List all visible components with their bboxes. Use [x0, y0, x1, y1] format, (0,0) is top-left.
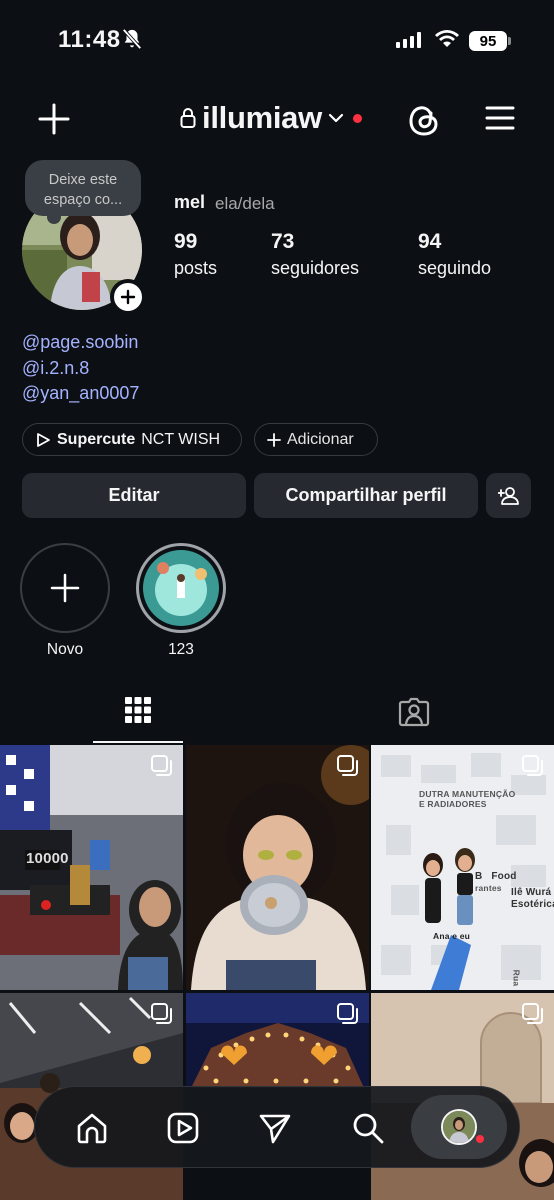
stat-value: 94 [418, 230, 442, 253]
search-icon[interactable] [351, 1111, 385, 1145]
threads-icon[interactable] [407, 101, 441, 139]
map-label: Rua [511, 969, 522, 987]
map-label: Esotérica [511, 899, 554, 910]
bio-links: @page.soobin @i.2.n.8 @yan_an0007 [22, 330, 139, 407]
highlight-new[interactable]: Novo [20, 543, 110, 659]
multi-post-icon [151, 1002, 172, 1024]
top-nav: illumiaw [0, 95, 554, 145]
notification-dot [352, 113, 362, 123]
profile-tab[interactable] [411, 1095, 507, 1159]
music-chip[interactable]: Supercute NCT WISH [22, 423, 242, 456]
account-switcher[interactable]: illumiaw [180, 100, 362, 136]
chevron-down-icon [328, 113, 344, 123]
score-display: 10000 [26, 850, 69, 867]
wifi-icon [435, 30, 459, 47]
status-bar: 11:48 95 [0, 0, 554, 80]
note-bubble[interactable]: Deixe este espaço co... [25, 160, 141, 224]
stat-label: posts [174, 258, 218, 278]
highlight-item[interactable]: 123 [136, 543, 226, 659]
tagged-icon[interactable] [396, 694, 432, 730]
plus-icon [120, 289, 136, 305]
story-highlights: Novo 123 [20, 543, 226, 659]
bottom-nav [34, 1086, 520, 1168]
tab-active-indicator [93, 741, 183, 743]
map-label: Ilê Wurá [511, 887, 552, 898]
bio-mention-link[interactable]: @page.soobin [22, 330, 139, 356]
multi-post-icon [336, 755, 358, 776]
lock-icon [180, 108, 196, 128]
bell-off-icon [122, 28, 142, 50]
stat-value: 73 [271, 230, 295, 253]
map-label: E RADIADORES [419, 799, 487, 809]
add-person-icon [497, 486, 519, 505]
music-title: Supercute [57, 430, 136, 448]
plus-icon [50, 573, 80, 603]
plus-icon[interactable] [38, 103, 70, 135]
add-link-chip[interactable]: Adicionar [254, 423, 378, 456]
home-icon[interactable] [75, 1111, 109, 1145]
post-thumbnail[interactable] [185, 745, 369, 990]
grid-icon [125, 697, 151, 723]
play-icon [37, 432, 50, 447]
map-label: rantes [475, 883, 502, 893]
menu-icon[interactable] [485, 105, 515, 131]
tab-posts-grid[interactable] [93, 686, 183, 744]
multi-post-icon [336, 1002, 358, 1024]
battery-nub [508, 37, 511, 45]
map-label: DUTRA MANUTENÇÃO [419, 789, 516, 799]
profile-name: mel [174, 192, 206, 212]
multi-post-icon [522, 755, 543, 776]
discover-people-button[interactable] [486, 473, 531, 518]
stat-followers[interactable]: 73 seguidores [271, 230, 359, 279]
content-tabs [0, 686, 554, 744]
stat-posts[interactable]: 99 posts [174, 230, 217, 279]
reels-icon[interactable] [166, 1111, 200, 1145]
music-artist: NCT WISH [141, 430, 221, 448]
account-username: illumiaw [202, 100, 322, 135]
send-icon[interactable] [258, 1111, 292, 1145]
bio-mention-link[interactable]: @yan_an0007 [22, 381, 139, 407]
nav-avatar [441, 1109, 477, 1145]
stat-label: seguidores [271, 258, 360, 278]
share-profile-button[interactable]: Compartilhar perfil [254, 473, 478, 518]
multi-post-icon [151, 755, 172, 776]
notification-dot [476, 1135, 484, 1143]
stat-label: seguindo [418, 258, 492, 278]
note-text: Deixe este espaço co... [43, 172, 123, 208]
bio-mention-link[interactable]: @i.2.n.8 [22, 356, 139, 382]
highlight-circle [136, 543, 226, 633]
add-link-label: Adicionar [287, 430, 354, 448]
post-thumbnail[interactable]: 10000 [0, 745, 183, 990]
edit-profile-button[interactable]: Editar [22, 473, 246, 518]
chip-row: Supercute NCT WISH Adicionar [22, 423, 378, 456]
battery-indicator: 95 [469, 31, 507, 51]
post-thumbnail[interactable]: DUTRA MANUTENÇÃO E RADIADORES B Food ran… [371, 745, 554, 990]
pronouns: ela/dela [215, 194, 275, 213]
map-label: B Food [475, 871, 517, 882]
action-row: Editar Compartilhar perfil [22, 473, 531, 518]
add-story-badge[interactable] [110, 279, 146, 315]
multi-post-icon [522, 1002, 543, 1024]
stat-following[interactable]: 94 seguindo [418, 230, 491, 279]
bitmoji-caption: Ana e eu [433, 931, 471, 941]
signal-icon [396, 32, 421, 48]
highlight-new-circle [20, 543, 110, 633]
plus-icon [267, 432, 281, 447]
stat-value: 99 [174, 230, 198, 253]
highlight-label: 123 [168, 641, 194, 658]
highlight-cover [143, 550, 219, 626]
status-time: 11:48 [58, 26, 121, 53]
highlight-label: Novo [46, 641, 84, 658]
